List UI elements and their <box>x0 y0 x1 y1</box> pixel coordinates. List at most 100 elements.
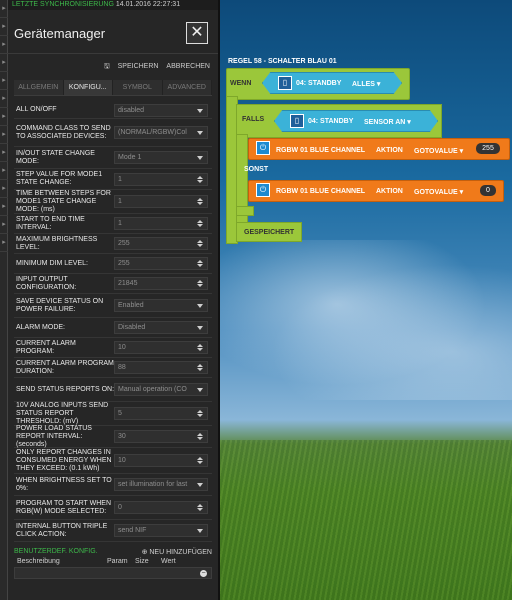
device-icon: ▯ <box>278 76 292 90</box>
col-beschreibung: Beschreibung <box>17 558 60 565</box>
toolbar-icon[interactable]: ▸ <box>0 72 8 90</box>
config-row: CURRENT ALARM PROGRAM: 10 <box>14 338 212 358</box>
tab-symbol[interactable]: SYMBOL <box>113 80 163 95</box>
background-clouds <box>220 240 512 400</box>
background-grass <box>220 440 512 600</box>
alles-dropdown[interactable]: ALLES ▾ <box>352 80 380 88</box>
config-row: IN/OUT STATE CHANGE MODE: Mode 1 <box>14 147 212 169</box>
panel-actions: 🖫 SPEICHERN ABBRECHEN <box>8 62 218 76</box>
config-number-input[interactable]: 1 <box>114 172 208 186</box>
value-pill-1[interactable]: 255 <box>476 143 500 154</box>
config-select[interactable]: Disabled <box>114 321 208 334</box>
tab-konfiguration[interactable]: KONFIGU... <box>63 80 113 95</box>
config-row: ALL ON/OFF disabled <box>14 102 212 119</box>
standby-label-2: 04: STANDBY <box>308 118 354 125</box>
remove-icon[interactable]: − <box>200 570 207 577</box>
config-number-input[interactable]: 21845 <box>114 277 208 290</box>
device-manager-panel: LETZTE SYNCHRONISIERUNG 14.01.2016 22:27… <box>8 0 220 600</box>
gotovalue-dropdown-1[interactable]: GOTOVALUE ▾ <box>414 147 463 155</box>
rgbw-label-2: RGBW 01 BLUE CHANNEL <box>276 188 366 195</box>
tab-allgemein[interactable]: ALLGEMEIN <box>14 80 64 95</box>
config-row-label: CURRENT ALARM PROGRAM: <box>16 339 76 355</box>
config-number-input[interactable]: 10 <box>114 454 208 467</box>
config-select[interactable]: set illumination for last <box>114 478 208 491</box>
toolbar-icon[interactable]: ▸ <box>0 126 8 144</box>
config-row-label: SAVE DEVICE STATUS ON POWER FAILURE: <box>16 297 104 313</box>
config-select[interactable]: send NIF <box>114 524 208 537</box>
col-param: Param <box>107 558 128 565</box>
config-row-label: SEND STATUS REPORTS ON: <box>16 385 115 393</box>
config-row-label: ONLY REPORT CHANGES IN CONSUMED ENERGY W… <box>16 448 112 472</box>
when-label: WENN <box>230 80 252 87</box>
device-icon: ▯ <box>290 114 304 128</box>
toolbar-icon[interactable]: ▸ <box>0 144 8 162</box>
config-row-label: ALL ON/OFF <box>16 106 57 113</box>
power-icon: ⏻ <box>256 183 270 197</box>
config-row-label: 10V ANALOG INPUTS SEND STATUS REPORT THR… <box>16 401 109 425</box>
custom-config-row[interactable]: − <box>14 567 212 579</box>
toolbar-icon[interactable]: ▸ <box>0 54 8 72</box>
add-new-label: NEU HINZUFÜGEN <box>149 549 212 556</box>
config-row-label: IN/OUT STATE CHANGE MODE: <box>16 149 95 165</box>
config-select[interactable]: Mode 1 <box>114 151 208 164</box>
config-row: MINIMUM DIM LEVEL: 255 <box>14 254 212 274</box>
if-block-footer <box>236 206 254 216</box>
toolbar-icon[interactable]: ▸ <box>0 180 8 198</box>
config-number-input[interactable]: 1 <box>114 195 208 208</box>
config-row: MAXIMUM BRIGHTNESS LEVEL: 255 <box>14 234 212 254</box>
tab-advanced[interactable]: ADVANCED <box>162 80 212 95</box>
config-row: CURRENT ALARM PROGRAM DURATION: 88 <box>14 358 212 378</box>
col-size: Size <box>135 558 149 565</box>
config-row-label: INPUT OUTPUT CONFIGURATION: <box>16 275 77 291</box>
config-row: START TO END TIME INTERVAL: 1 <box>14 214 212 234</box>
config-row-label: STEP VALUE FOR MODE1 STATE CHANGE: <box>16 171 103 186</box>
gotovalue-dropdown-2[interactable]: GOTOVALUE ▾ <box>414 188 463 196</box>
config-number-input[interactable]: 88 <box>114 361 208 374</box>
saved-label: GESPEICHERT <box>244 229 295 236</box>
config-row-label: TIME BETWEEN STEPS FOR MODE1 STATE CHANG… <box>16 189 111 213</box>
col-wert: Wert <box>161 558 176 565</box>
config-list: ALL ON/OFF disabled COMMAND CLASS TO SEND … <box>14 102 212 542</box>
toolbar-icon[interactable]: ▸ <box>0 216 8 234</box>
toolbar-icon[interactable]: ▸ <box>0 234 8 252</box>
config-select[interactable]: (NORMAL/RGBW)Col <box>114 126 208 139</box>
config-select[interactable]: Manual operation (CO <box>114 383 208 396</box>
config-row-label: START TO END TIME INTERVAL: <box>16 215 85 231</box>
config-select[interactable]: Enabled <box>114 299 208 312</box>
custom-config-header: BENUTZERDEF. KONFIG. ⊕ NEU HINZUFÜGEN <box>14 548 212 556</box>
config-number-input[interactable]: 255 <box>114 237 208 250</box>
config-row-label: INTERNAL BUTTON TRIPLE CLICK ACTION: <box>16 522 108 538</box>
config-number-input[interactable]: 5 <box>114 407 208 420</box>
config-row: INTERNAL BUTTON TRIPLE CLICK ACTION: send… <box>14 520 212 542</box>
config-row-label: POWER LOAD STATUS REPORT INTERVAL: (seco… <box>16 424 92 448</box>
close-icon[interactable]: ✕ <box>186 22 208 44</box>
config-number-input[interactable]: 1 <box>114 217 208 230</box>
config-number-input[interactable]: 0 <box>114 501 208 514</box>
config-row: PROGRAM TO START WHEN RGB(W) MODE SELECT… <box>14 496 212 520</box>
config-select[interactable]: disabled <box>114 103 208 117</box>
toolbar-icon[interactable]: ▸ <box>0 36 8 54</box>
toolbar-icon[interactable]: ▸ <box>0 0 8 18</box>
sensor-dropdown[interactable]: SENSOR AN ▾ <box>364 118 411 126</box>
sync-status: LETZTE SYNCHRONISIERUNG 14.01.2016 22:27… <box>8 0 218 10</box>
toolbar-icon[interactable]: ▸ <box>0 162 8 180</box>
config-row-label: MAXIMUM BRIGHTNESS LEVEL: <box>16 235 98 251</box>
toolbar-icon[interactable]: ▸ <box>0 198 8 216</box>
config-row: SEND STATUS REPORTS ON: Manual operation … <box>14 378 212 402</box>
config-row: ONLY REPORT CHANGES IN CONSUMED ENERGY W… <box>14 448 212 474</box>
aktion-label-1: AKTION <box>376 147 403 154</box>
toolbar-icon[interactable]: ▸ <box>0 18 8 36</box>
config-row-label: CURRENT ALARM PROGRAM DURATION: <box>16 359 114 375</box>
add-new-button[interactable]: ⊕ NEU HINZUFÜGEN <box>142 548 212 556</box>
config-row: 10V ANALOG INPUTS SEND STATUS REPORT THR… <box>14 402 212 426</box>
toolbar-icon[interactable]: ▸ <box>0 90 8 108</box>
config-number-input[interactable]: 10 <box>114 341 208 354</box>
config-number-input[interactable]: 255 <box>114 257 208 270</box>
save-button[interactable]: SPEICHERN <box>118 63 159 70</box>
config-row-label: WHEN BRIGHTNESS SET TO 0%: <box>16 476 112 492</box>
value-pill-2[interactable]: 0 <box>480 185 496 196</box>
config-number-input[interactable]: 30 <box>114 430 208 443</box>
cancel-button[interactable]: ABBRECHEN <box>166 63 210 70</box>
custom-config-title: BENUTZERDEF. KONFIG. <box>14 548 98 555</box>
toolbar-icon[interactable]: ▸ <box>0 108 8 126</box>
